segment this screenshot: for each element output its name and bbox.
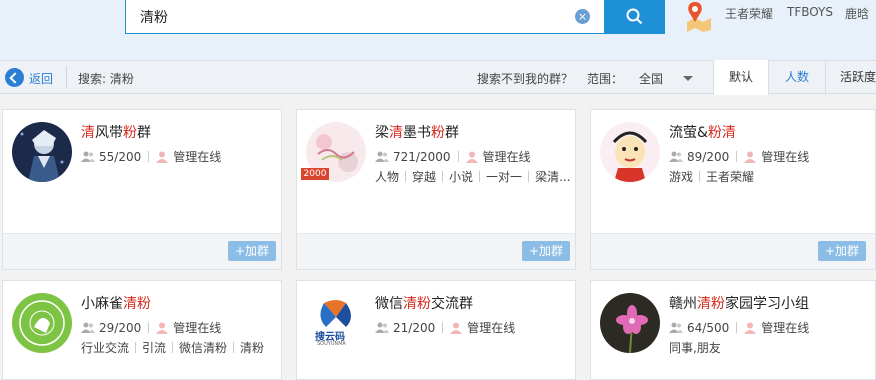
group-name[interactable]: 小麻雀清粉	[81, 293, 151, 313]
top-search-bar: 清粉 × 王者荣耀 TFBOYS 鹿晗	[0, 0, 876, 60]
group-card[interactable]: 2000 梁清墨书粉群 721/2000 管理在线 人物 穿越 小说 一对一 梁清... …	[296, 109, 576, 270]
tag: 王者荣耀	[706, 170, 755, 184]
group-card[interactable]: 小麻雀清粉 29/200 管理在线 行业交流 引流 微信清粉 清粉	[2, 280, 282, 380]
tag: 梁清...	[535, 170, 571, 184]
group-avatar	[600, 122, 660, 182]
range-select[interactable]: 全国	[639, 70, 663, 87]
group-tags: 人物 穿越 小说 一对一 梁清...	[375, 168, 571, 185]
divider	[66, 66, 67, 88]
member-count: 64/500	[687, 321, 730, 335]
join-group-button[interactable]: +加群	[818, 241, 866, 261]
back-button[interactable]: 返回	[29, 70, 53, 87]
join-group-button[interactable]: +加群	[228, 241, 276, 261]
group-meta: 721/2000 管理在线	[375, 148, 531, 165]
admin-status: 管理在线	[467, 321, 516, 335]
clear-icon[interactable]: ×	[575, 9, 590, 24]
admin-icon	[156, 322, 169, 334]
group-level-badge: 2000	[301, 168, 329, 180]
members-icon	[81, 151, 95, 162]
range-label: 范围：	[587, 72, 624, 86]
hot-tag-1[interactable]: 王者荣耀	[725, 5, 773, 22]
admin-status: 管理在线	[482, 150, 531, 164]
group-name[interactable]: 流萤&粉清	[669, 122, 736, 142]
admin-icon	[465, 151, 478, 163]
group-tags: 同事,朋友	[669, 339, 721, 356]
admin-icon	[156, 151, 169, 163]
admin-status: 管理在线	[173, 150, 222, 164]
tag: 行业交流	[81, 341, 130, 355]
admin-icon	[744, 151, 757, 163]
card-footer: +加群	[591, 233, 875, 269]
not-found-link[interactable]: 搜索不到我的群？	[477, 70, 573, 87]
tag: 穿越	[412, 170, 437, 184]
tag: 人物	[375, 170, 400, 184]
tag: 一对一	[486, 170, 523, 184]
tag: 同事,朋友	[669, 341, 721, 355]
group-name[interactable]: 梁清墨书粉群	[375, 122, 459, 142]
group-name[interactable]: 赣州清粉家园学习小组	[669, 293, 809, 313]
group-meta: 89/200 管理在线	[669, 148, 809, 165]
group-meta: 21/200 管理在线	[375, 319, 515, 336]
member-count: 89/200	[687, 150, 730, 164]
group-card[interactable]: 搜云码 SOUYUNMA 微信清粉交流群 21/200 管理在线	[296, 280, 576, 380]
members-icon	[375, 322, 389, 333]
tag: 引流	[142, 341, 167, 355]
member-count: 21/200	[393, 321, 436, 335]
sort-tab-default[interactable]: 默认	[713, 60, 769, 95]
tag: 微信清粉	[179, 341, 228, 355]
group-name[interactable]: 清风带粉群	[81, 122, 151, 142]
group-logo-subtext: SOUYUNMA	[317, 341, 346, 347]
join-group-button[interactable]: +加群	[522, 241, 570, 261]
sort-tab-activity[interactable]: 活跃度	[825, 60, 876, 95]
member-count: 29/200	[99, 321, 142, 335]
admin-icon	[744, 322, 757, 334]
members-icon	[669, 322, 683, 333]
search-input[interactable]: 清粉 ×	[125, 0, 605, 34]
search-button[interactable]	[604, 0, 665, 34]
group-meta: 29/200 管理在线	[81, 319, 221, 336]
admin-status: 管理在线	[761, 150, 810, 164]
members-icon	[375, 151, 389, 162]
group-card[interactable]: 流萤&粉清 89/200 管理在线 游戏 王者荣耀 +加群	[590, 109, 876, 270]
chevron-down-icon[interactable]	[683, 76, 693, 81]
group-meta: 55/200 管理在线	[81, 148, 221, 165]
group-tags: 游戏 王者荣耀	[669, 168, 754, 185]
member-count: 55/200	[99, 150, 142, 164]
admin-status: 管理在线	[761, 321, 810, 335]
tag: 小说	[449, 170, 474, 184]
group-name[interactable]: 微信清粉交流群	[375, 293, 473, 313]
admin-icon	[450, 322, 463, 334]
members-icon	[669, 151, 683, 162]
group-avatar	[12, 122, 72, 182]
hot-tag-3[interactable]: 鹿晗	[845, 5, 869, 22]
back-arrow-icon[interactable]	[5, 68, 24, 87]
search-query-text[interactable]: 清粉	[140, 7, 168, 27]
admin-status: 管理在线	[173, 321, 222, 335]
group-avatar	[600, 293, 660, 353]
tag: 游戏	[669, 170, 694, 184]
search-icon	[626, 8, 643, 25]
group-meta: 64/500 管理在线	[669, 319, 809, 336]
member-count: 721/2000	[393, 150, 451, 164]
group-avatar	[12, 293, 72, 353]
filter-bar: 返回 搜索: 清粉 搜索不到我的群？ 范围： 全国 默认 人数 活跃度	[0, 60, 876, 95]
group-card[interactable]: 赣州清粉家园学习小组 64/500 管理在线 同事,朋友	[590, 280, 876, 380]
card-footer: +加群	[3, 233, 281, 269]
search-summary: 搜索: 清粉	[78, 72, 134, 86]
card-footer: +加群	[297, 233, 575, 269]
tag: 清粉	[240, 341, 265, 355]
group-card[interactable]: 清风带粉群 55/200 管理在线 +加群	[2, 109, 282, 270]
sort-tab-members[interactable]: 人数	[769, 60, 825, 95]
map-pin-icon[interactable]	[681, 0, 713, 32]
group-tags: 行业交流 引流 微信清粉 清粉	[81, 339, 264, 356]
members-icon	[81, 322, 95, 333]
hot-tag-2[interactable]: TFBOYS	[787, 5, 833, 19]
